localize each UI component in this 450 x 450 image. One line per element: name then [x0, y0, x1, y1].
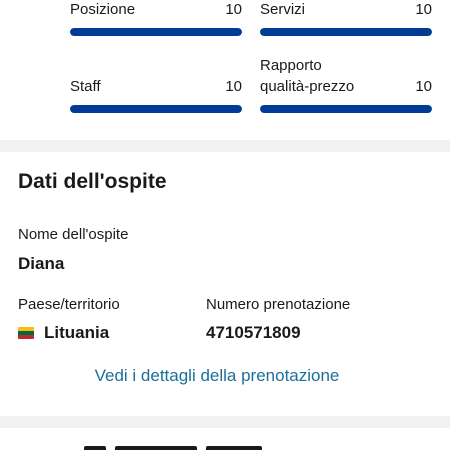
score-bar-fill: [260, 28, 432, 36]
flag-stripe-red: [18, 335, 34, 339]
score-value: 10: [415, 1, 432, 18]
score-value: 10: [225, 1, 242, 18]
section-title: Dati dell'ospite: [18, 170, 167, 193]
score-label: Posizione: [70, 1, 136, 18]
section-divider: [0, 140, 450, 152]
score-value: 10: [415, 78, 432, 95]
score-label-line1: Rapporto: [260, 57, 322, 74]
score-label-line2: qualità-prezzo: [260, 78, 355, 95]
score-bar-fill: [260, 105, 432, 113]
scores-card: Posizione 10 Servizi 10 Staff 10 Rapport…: [0, 0, 450, 140]
page: Posizione 10 Servizi 10 Staff 10 Rapport…: [0, 0, 450, 450]
guest-name-label: Nome dell'ospite: [18, 226, 129, 243]
booking-number-label: Numero prenotazione: [206, 296, 351, 313]
cropped-heading-fragment: [115, 446, 197, 450]
section-divider: [0, 416, 450, 428]
lithuania-flag-icon: [18, 327, 34, 339]
guest-name-value: Diana: [18, 254, 65, 273]
cropped-heading-fragment: [206, 446, 262, 450]
country-label: Paese/territorio: [18, 296, 120, 313]
score-label: Staff: [70, 78, 101, 95]
guest-details-card: Dati dell'ospite Nome dell'ospite Diana …: [0, 152, 450, 416]
score-bar-fill: [70, 28, 242, 36]
score-bar: [260, 28, 432, 36]
score-label: Servizi: [260, 1, 306, 18]
view-booking-details-link[interactable]: Vedi i dettagli della prenotazione: [0, 366, 434, 386]
score-bar: [70, 105, 242, 113]
score-bar-fill: [70, 105, 242, 113]
cropped-heading-fragment: [84, 446, 106, 450]
score-value: 10: [225, 78, 242, 95]
score-bar: [260, 105, 432, 113]
score-bar: [70, 28, 242, 36]
booking-number-value: 4710571809: [206, 323, 301, 342]
country-value: Lituania: [44, 323, 110, 342]
next-section-card: [0, 428, 450, 450]
